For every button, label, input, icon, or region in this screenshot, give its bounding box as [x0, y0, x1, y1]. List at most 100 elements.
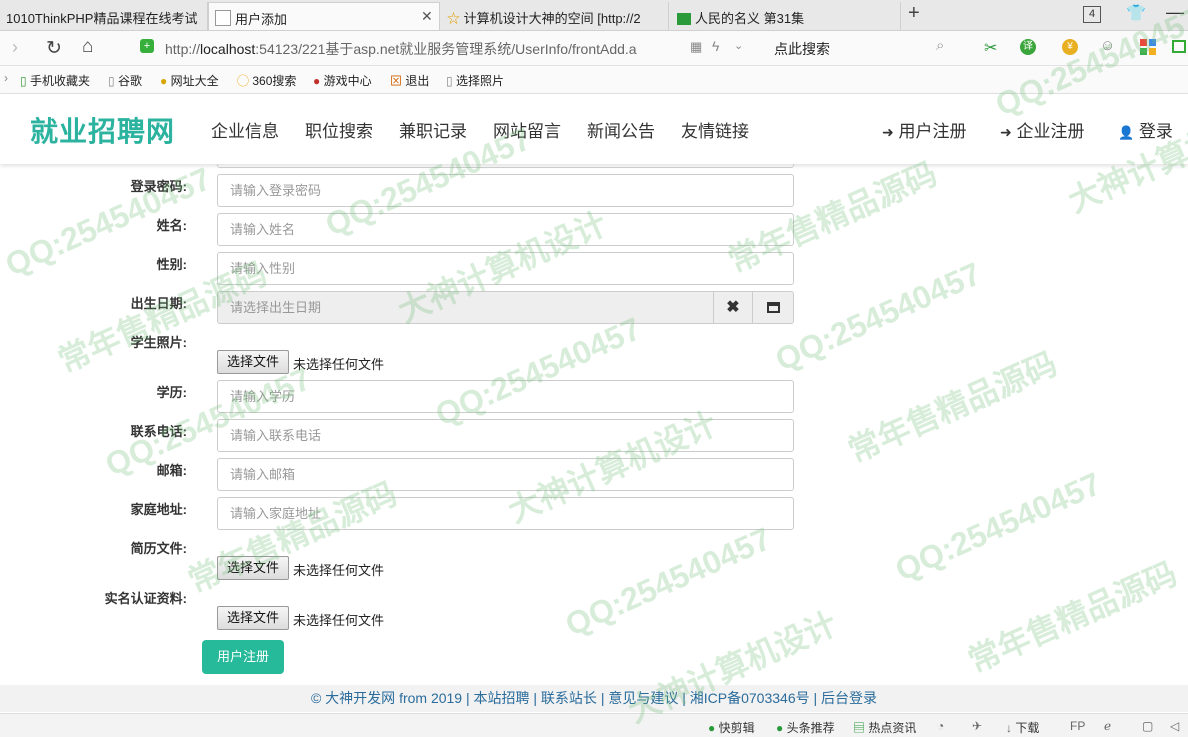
calendar-icon[interactable] [752, 291, 794, 324]
search-label[interactable]: 点此搜索 [774, 39, 830, 59]
education-label: 学历: [156, 385, 187, 400]
shield-icon: + [140, 39, 154, 53]
tab-title: 计算机设计大神的空间 [http://2 [463, 11, 641, 26]
tab-thinkphp[interactable]: 1010ThinkPHP精品课程在线考试 [0, 2, 208, 30]
ie-icon[interactable]: ℯ [1104, 719, 1111, 733]
nav-label: 企业注册 [1016, 122, 1085, 141]
resume-file-button[interactable]: 选择文件 [217, 556, 289, 580]
name-input[interactable] [217, 213, 794, 246]
chevron-down-icon[interactable]: ⌄ [734, 39, 743, 52]
nav-label: 用户注册 [898, 122, 967, 141]
bookmark-label: 360搜索 [252, 74, 297, 88]
url-input[interactable]: http://localhost:54123/221基于asp.net就业服务管… [165, 39, 637, 59]
tab-title: 人民的名义 第31集 [695, 11, 805, 26]
status-toutiao[interactable]: ● 头条推荐 [776, 719, 835, 736]
nav-company-info[interactable]: 企业信息 [211, 117, 279, 142]
translate-icon[interactable]: 译 [1020, 39, 1036, 55]
site-logo[interactable]: 就业招聘网 [30, 110, 175, 150]
coin-icon[interactable]: ¥ [1062, 39, 1078, 55]
nav-user-register[interactable]: ➜ 用户注册 [882, 117, 966, 142]
bookmark-nav[interactable]: ● 网址大全 [160, 72, 219, 89]
tab-count-badge[interactable]: 4 [1083, 6, 1101, 23]
tab-renmin[interactable]: 人民的名义 第31集 [671, 2, 901, 30]
grid-icon[interactable]: ▦ [690, 39, 702, 55]
globe-icon: ● [160, 74, 168, 88]
reload-icon[interactable]: ↻ [46, 37, 62, 60]
watermark-qq: QQ:254540457 [430, 310, 647, 433]
birthday-input[interactable] [217, 291, 714, 324]
bookmark-label: 选择照片 [455, 74, 504, 88]
tab-title: 1010ThinkPHP精品课程在线考试 [6, 11, 198, 26]
page-icon [215, 10, 231, 26]
register-submit-button[interactable]: 用户注册 [202, 640, 284, 674]
bookmark-exit[interactable]: ⊠ 退出 [390, 72, 429, 89]
tab-user-add[interactable]: 用户添加 ✕ [208, 2, 440, 30]
lightning-icon[interactable]: ϟ [712, 38, 719, 54]
photo-file-button[interactable]: 选择文件 [217, 350, 289, 374]
nav-links[interactable]: 友情链接 [681, 117, 749, 142]
window-icon[interactable]: ▢ [1142, 719, 1153, 733]
skin-icon[interactable]: 👕 [1126, 3, 1146, 23]
bookmark-photo[interactable]: ▯ 选择照片 [446, 72, 504, 89]
status-hotnews[interactable]: ▤ 热点资讯 [853, 719, 916, 736]
gender-input[interactable] [217, 252, 794, 285]
status-clip[interactable]: ● 快剪辑 [708, 719, 755, 736]
password-input[interactable] [217, 174, 794, 207]
status-label: 热点资讯 [868, 721, 917, 735]
email-label: 邮箱: [156, 463, 187, 478]
play-icon: ● [776, 721, 784, 735]
bookmark-label: 退出 [405, 74, 430, 88]
phone-input[interactable] [217, 419, 794, 452]
bookmark-label: 网址大全 [170, 74, 219, 88]
chevron-icon[interactable]: › [4, 71, 8, 85]
nav-parttime[interactable]: 兼职记录 [399, 117, 467, 142]
bookmark-mobile[interactable]: ▯ 手机收藏夹 [20, 72, 90, 89]
address-input[interactable] [217, 497, 794, 530]
scissors-icon[interactable]: ✂ [984, 38, 997, 58]
watermark-qq: QQ:254540457 [560, 520, 777, 643]
page-icon: ▯ [446, 74, 453, 88]
sound-icon[interactable]: ◁ [1170, 719, 1179, 733]
nav-message[interactable]: 网站留言 [493, 117, 561, 142]
fp-icon[interactable]: FP [1070, 719, 1085, 733]
tab-space[interactable]: ☆ 计算机设计大神的空间 [http://2 [441, 2, 669, 30]
nav-company-register[interactable]: ➜ 企业注册 [1000, 117, 1084, 142]
bookmark-360[interactable]: ◯ 360搜索 [237, 72, 296, 89]
phone-label: 联系电话: [130, 424, 187, 439]
nav-news[interactable]: 新闻公告 [587, 117, 655, 142]
site-footer[interactable]: © 大神开发网 from 2019 | 本站招聘 | 联系站长 | 意见与建议 … [0, 685, 1188, 712]
url-prefix: http:// [165, 41, 201, 57]
home-icon[interactable]: ⌂ [82, 36, 93, 58]
gender-label: 性别: [156, 257, 187, 272]
clear-date-icon[interactable]: ✖ [713, 291, 753, 324]
phone-icon: ▯ [20, 74, 27, 88]
pin-icon[interactable]: ✈ [972, 719, 982, 733]
realname-label: 实名认证资料: [104, 591, 187, 606]
status-download[interactable]: ↓ 下载 [1006, 719, 1039, 736]
close-icon[interactable]: ✕ [421, 8, 433, 25]
forward-icon[interactable]: › [12, 37, 18, 58]
status-label: 下载 [1015, 721, 1040, 735]
game-icon[interactable]: ☺ [1100, 37, 1115, 54]
bookmark-google[interactable]: ▯ 谷歌 [108, 72, 142, 89]
speed-icon[interactable]: ◔ [937, 719, 944, 733]
bookmark-label: 手机收藏夹 [29, 74, 90, 88]
new-tab-icon[interactable]: + [908, 2, 920, 25]
watermark-slogan: 常年售精品源码 [842, 345, 1063, 470]
realname-file-button[interactable]: 选择文件 [217, 606, 289, 630]
url-path: :54123/221基于asp.net就业服务管理系统/UserInfo/fro… [255, 41, 637, 57]
video-icon [677, 13, 691, 25]
apps-icon[interactable] [1140, 39, 1156, 55]
page-icon: ▯ [108, 74, 115, 88]
nav-login[interactable]: 👤 登录 [1118, 117, 1173, 142]
name-label: 姓名: [156, 218, 187, 233]
bookmark-games[interactable]: ● 游戏中心 [313, 72, 372, 89]
minimize-icon[interactable]: — [1166, 2, 1184, 23]
bookmark-label: 游戏中心 [323, 74, 372, 88]
search-icon[interactable]: ⌕ [936, 37, 944, 54]
hidden-input-edge [217, 164, 794, 168]
education-input[interactable] [217, 380, 794, 413]
sign-in-icon: ➜ [1000, 124, 1012, 140]
email-input[interactable] [217, 458, 794, 491]
nav-job-search[interactable]: 职位搜索 [305, 117, 373, 142]
